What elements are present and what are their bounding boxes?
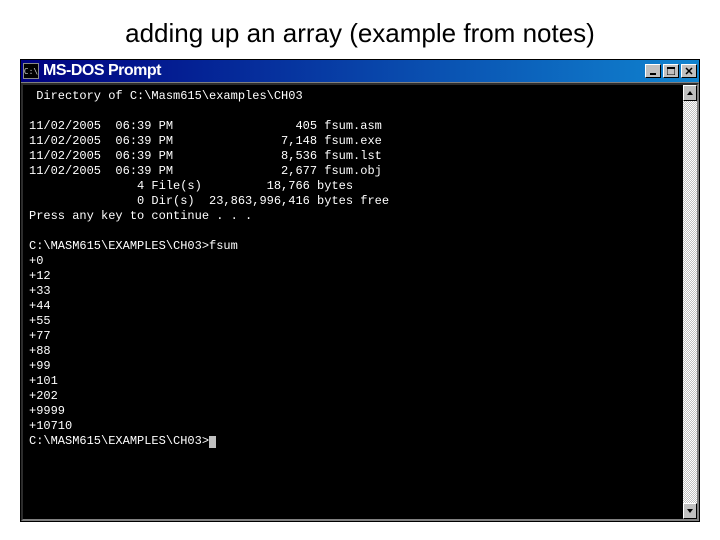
- close-icon: [685, 67, 693, 75]
- window-controls: [645, 64, 697, 78]
- arrow-down-icon: [686, 507, 694, 515]
- scroll-down-button[interactable]: [683, 503, 697, 519]
- maximize-button[interactable]: [663, 64, 679, 78]
- window-title: MS-DOS Prompt: [43, 62, 645, 80]
- dos-window: C:\ MS-DOS Prompt Directory of C:\Masm61…: [20, 59, 700, 522]
- vertical-scrollbar[interactable]: [683, 83, 699, 521]
- close-button[interactable]: [681, 64, 697, 78]
- cursor: [209, 436, 216, 448]
- minimize-button[interactable]: [645, 64, 661, 78]
- client-area: Directory of C:\Masm615\examples\CH03 11…: [21, 82, 699, 521]
- minimize-icon: [649, 67, 657, 75]
- titlebar[interactable]: C:\ MS-DOS Prompt: [21, 60, 699, 82]
- arrow-up-icon: [686, 89, 694, 97]
- maximize-icon: [667, 67, 675, 75]
- scrollbar-track[interactable]: [683, 101, 697, 503]
- slide-title: adding up an array (example from notes): [0, 0, 720, 59]
- system-menu-icon[interactable]: C:\: [23, 63, 39, 79]
- terminal-output[interactable]: Directory of C:\Masm615\examples\CH03 11…: [21, 83, 683, 521]
- scroll-up-button[interactable]: [683, 85, 697, 101]
